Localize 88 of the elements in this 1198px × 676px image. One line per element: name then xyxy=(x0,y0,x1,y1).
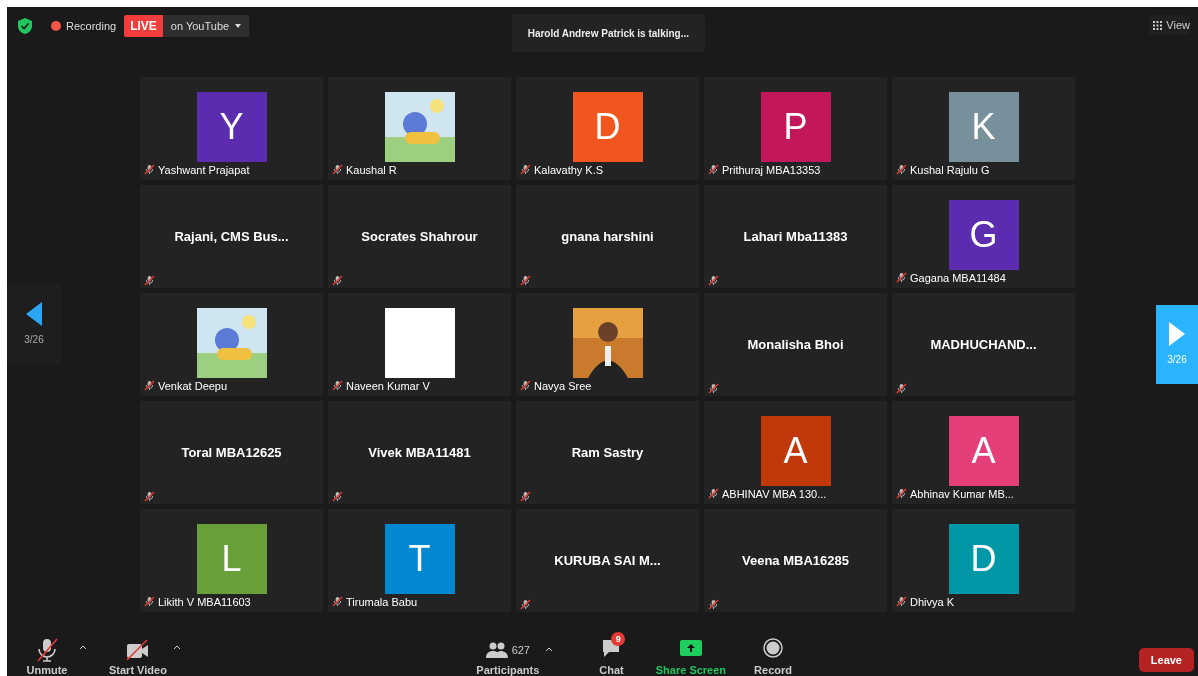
avatar: D xyxy=(948,524,1019,594)
avatar: G xyxy=(948,200,1019,270)
caret-up-icon xyxy=(79,645,87,650)
muted-mic-icon xyxy=(36,638,58,662)
live-badge: LIVE xyxy=(124,15,163,37)
participant-name: Socrates Shahrour xyxy=(361,227,478,246)
avatar: A xyxy=(948,416,1019,486)
participant-label: Likith V MBA11603 xyxy=(158,594,251,610)
muted-mic-icon xyxy=(144,164,155,176)
muted-mic-icon xyxy=(144,275,155,286)
talking-indicator: Harold Andrew Patrick is talking... xyxy=(511,14,706,52)
avatar: K xyxy=(948,92,1019,162)
muted-mic-icon xyxy=(520,164,531,176)
stream-dropdown[interactable]: on YouTube xyxy=(162,15,250,37)
avatar: Y xyxy=(196,92,267,162)
share-screen-button[interactable]: Share Screen xyxy=(655,640,727,676)
muted-mic-icon xyxy=(332,380,343,392)
participant-label: Naveen Kumar V xyxy=(346,378,430,394)
participant-count: 627 xyxy=(511,644,530,656)
participant-name: Ram Sastry xyxy=(571,443,644,462)
muted-mic-icon xyxy=(520,275,531,286)
muted-mic-icon xyxy=(708,164,719,176)
caret-up-icon xyxy=(172,645,181,650)
muted-mic-icon xyxy=(896,488,907,500)
participant-label: Kalavathy K.S xyxy=(534,162,604,178)
participant-name: MADHUCHAND... xyxy=(930,335,1037,354)
caret-icon xyxy=(235,24,242,28)
muted-mic-icon xyxy=(144,491,155,502)
muted-mic-icon xyxy=(896,272,907,284)
participant-label: Yashwant Prajapat xyxy=(158,162,250,178)
muted-mic-icon xyxy=(896,164,907,176)
muted-mic-icon xyxy=(144,380,155,392)
muted-mic-icon xyxy=(896,383,907,394)
participant-label: Navya Sree xyxy=(534,378,592,394)
muted-camera-icon xyxy=(125,638,150,662)
participant-name: KURUBA SAI M... xyxy=(554,551,661,570)
participant-label: Kaushal R xyxy=(346,162,397,178)
blank-video xyxy=(384,308,455,378)
participant-label: Tirumala Babu xyxy=(346,594,418,610)
muted-mic-icon xyxy=(520,491,531,502)
participant-name: Rajani, CMS Bus... xyxy=(174,227,289,246)
start-video-button[interactable]: Start Video xyxy=(109,638,167,676)
avatar: T xyxy=(384,524,455,594)
recording-label: Recording xyxy=(66,19,117,34)
previous-page-button[interactable]: 3/26 xyxy=(7,284,61,364)
left-arrow-icon xyxy=(26,301,42,326)
muted-mic-icon xyxy=(144,596,155,608)
participant-name: gnana harshini xyxy=(561,227,654,246)
view-button[interactable]: View xyxy=(1149,15,1190,35)
muted-mic-icon xyxy=(896,596,907,608)
participant-name: Toral MBA12625 xyxy=(181,443,282,462)
caret-up-icon xyxy=(545,647,554,652)
participant-label: Venkat Deepu xyxy=(158,378,228,394)
muted-mic-icon xyxy=(708,488,719,500)
participant-label: Gagana MBA11484 xyxy=(910,270,1006,286)
participant-label: Abhinav Kumar MB... xyxy=(910,486,1014,502)
avatar: L xyxy=(196,524,267,594)
participant-name: Veena MBA16285 xyxy=(742,551,849,570)
people-icon xyxy=(485,642,508,658)
muted-mic-icon xyxy=(520,380,531,392)
participant-name: Lahari Mba11383 xyxy=(743,227,848,246)
record-icon xyxy=(763,638,784,658)
right-arrow-icon xyxy=(1169,322,1185,346)
muted-mic-icon xyxy=(520,599,531,610)
chat-badge: 9 xyxy=(611,632,626,646)
participants-button[interactable]: 627 Participants xyxy=(476,638,540,676)
shield-icon xyxy=(15,16,35,36)
muted-mic-icon xyxy=(332,164,343,176)
participant-name: Vivek MBA11481 xyxy=(368,443,471,462)
unmute-button[interactable]: Unmute xyxy=(21,638,73,676)
grid-icon xyxy=(1153,20,1163,30)
participant-label: ABHINAV MBA 130... xyxy=(722,486,827,502)
avatar: A xyxy=(760,416,831,486)
record-button[interactable]: Record xyxy=(754,638,792,676)
leave-button[interactable]: Leave xyxy=(1138,648,1194,672)
participant-name: Monalisha Bhoi xyxy=(747,335,844,354)
participant-label: Kushal Rajulu G xyxy=(910,162,990,178)
muted-mic-icon xyxy=(708,275,719,286)
muted-mic-icon xyxy=(332,491,343,502)
muted-mic-icon xyxy=(708,599,719,610)
chat-button[interactable]: 9 Chat xyxy=(595,632,628,676)
avatar: P xyxy=(760,92,831,162)
muted-mic-icon xyxy=(332,275,343,286)
muted-mic-icon xyxy=(708,383,719,394)
participant-label: Prithuraj MBA13353 xyxy=(722,162,821,178)
participant-label: Dhivya K xyxy=(910,594,955,610)
avatar: D xyxy=(572,92,643,162)
muted-mic-icon xyxy=(332,596,343,608)
